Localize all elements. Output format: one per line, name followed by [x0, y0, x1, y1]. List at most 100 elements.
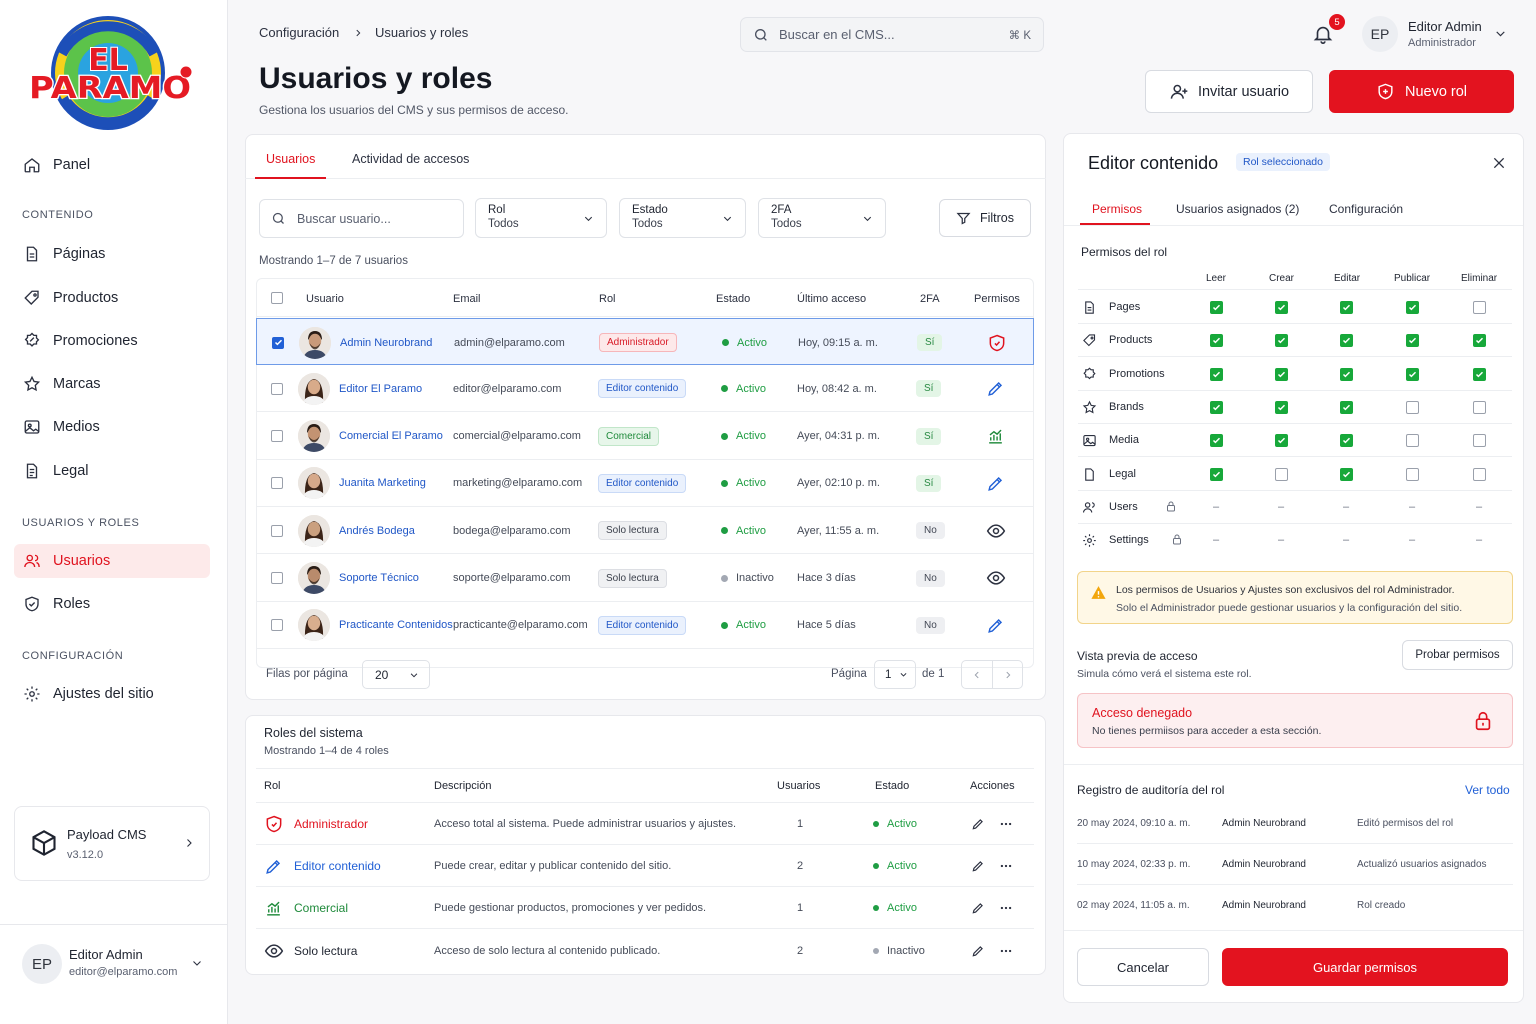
permission-checkbox[interactable]	[1210, 334, 1223, 348]
permission-checkbox[interactable]	[1340, 334, 1353, 348]
permission-checkbox[interactable]	[1340, 301, 1353, 314]
sidebar-user-menu[interactable]: EP Editor Admin editor@elparamo.com	[0, 924, 228, 1024]
role-filter-select[interactable]: Rol Todos	[475, 198, 607, 238]
permission-checkbox[interactable]	[1275, 301, 1288, 314]
nav-site-settings[interactable]: Ajustes del sitio	[14, 677, 210, 711]
permissions-button[interactable]	[986, 507, 1006, 554]
row-checkbox[interactable]	[272, 336, 284, 349]
select-all-checkbox[interactable]	[271, 292, 283, 304]
permission-checkbox[interactable]	[1210, 467, 1223, 481]
permission-checkbox[interactable]	[1210, 301, 1223, 314]
el-paramo-logo[interactable]: EL PARAMO	[26, 14, 194, 132]
user-name[interactable]: Andrés Bodega	[339, 507, 415, 554]
user-search-input[interactable]: Buscar usuario...	[259, 199, 464, 238]
nav-promotions[interactable]: Promociones	[14, 324, 210, 358]
permission-checkbox[interactable]	[1473, 400, 1486, 414]
user-name[interactable]: Admin Neurobrand	[340, 319, 432, 366]
role-name[interactable]: Solo lectura	[294, 930, 357, 972]
permission-checkbox[interactable]	[1340, 367, 1353, 381]
permission-checkbox[interactable]	[1210, 434, 1223, 448]
edit-role-button[interactable]	[971, 930, 985, 972]
permissions-button[interactable]	[986, 413, 1005, 460]
payload-cms-card[interactable]: Payload CMS v3.12.0	[14, 806, 210, 881]
permission-checkbox[interactable]	[1406, 467, 1419, 481]
permission-checkbox[interactable]	[1406, 400, 1419, 414]
user-name[interactable]: Juanita Marketing	[339, 460, 426, 507]
row-checkbox[interactable]	[271, 619, 283, 632]
close-icon[interactable]	[1491, 155, 1507, 171]
row-checkbox[interactable]	[271, 524, 283, 537]
table-row[interactable]: Comercial El Paramo comercial@elparamo.co…	[256, 413, 1034, 460]
new-role-button[interactable]: Nuevo rol	[1329, 70, 1514, 113]
more-actions-button[interactable]	[999, 845, 1013, 887]
table-row[interactable]: Administrador Acceso total al sistema. Pu…	[256, 803, 1034, 845]
permission-checkbox[interactable]	[1275, 400, 1288, 414]
table-row[interactable]: Juanita Marketing marketing@elparamo.com E…	[256, 460, 1034, 507]
row-checkbox[interactable]	[271, 382, 283, 395]
table-row[interactable]: Soporte Técnico soporte@elparamo.com Solo …	[256, 555, 1034, 602]
permission-checkbox[interactable]	[1406, 334, 1419, 348]
test-permissions-button[interactable]: Probar permisos	[1402, 640, 1513, 670]
permissions-button[interactable]	[986, 365, 1005, 412]
nav-pages[interactable]: Páginas	[14, 237, 210, 271]
table-row[interactable]: Solo lectura Acceso de solo lectura al co…	[256, 930, 1034, 972]
status-filter-select[interactable]: Estado Todos	[619, 198, 746, 238]
nav-brands[interactable]: Marcas	[14, 367, 210, 401]
edit-role-button[interactable]	[971, 887, 985, 929]
edit-role-button[interactable]	[971, 803, 985, 845]
global-search-input[interactable]: Buscar en el CMS... ⌘ K	[740, 17, 1044, 52]
edit-role-button[interactable]	[971, 845, 985, 887]
table-row[interactable]: Admin Neurobrand admin@elparamo.com Admini…	[256, 318, 1034, 365]
user-name[interactable]: Practicante Contenidos	[339, 602, 453, 649]
table-row[interactable]: Andrés Bodega bodega@elparamo.com Solo lec…	[256, 507, 1034, 555]
prev-page-button[interactable]	[962, 661, 993, 688]
permission-checkbox[interactable]	[1406, 434, 1419, 448]
rows-per-page-select[interactable]: 20	[362, 660, 430, 689]
tab-assigned-users[interactable]: Usuarios asignados (2)	[1176, 202, 1299, 216]
permission-checkbox[interactable]	[1473, 434, 1486, 448]
header-user-menu[interactable]: EP Editor Admin Administrador	[1360, 16, 1520, 54]
role-name[interactable]: Editor contenido	[294, 845, 381, 887]
permission-checkbox[interactable]	[1340, 434, 1353, 448]
twofa-filter-select[interactable]: 2FA Todos	[758, 198, 886, 238]
nav-products[interactable]: Productos	[14, 281, 210, 315]
permission-checkbox[interactable]	[1275, 367, 1288, 381]
nav-roles[interactable]: Roles	[14, 587, 210, 621]
notifications-button[interactable]: 5	[1309, 14, 1345, 50]
more-actions-button[interactable]	[999, 930, 1013, 972]
invite-user-button[interactable]: Invitar usuario	[1145, 70, 1313, 113]
permissions-button[interactable]	[986, 602, 1005, 649]
permission-checkbox[interactable]	[1275, 434, 1288, 448]
role-name[interactable]: Administrador	[294, 803, 368, 845]
breadcrumb-configuracion[interactable]: Configuración	[259, 25, 339, 40]
tab-access-activity[interactable]: Actividad de accesos	[352, 152, 469, 166]
table-row[interactable]: Comercial Puede gestionar productos, prom…	[256, 887, 1034, 930]
permission-checkbox[interactable]	[1473, 301, 1486, 314]
next-page-button[interactable]	[993, 661, 1023, 688]
save-permissions-button[interactable]: Guardar permisos	[1222, 948, 1508, 986]
permission-checkbox[interactable]	[1275, 334, 1288, 348]
table-row[interactable]: Editor El Paramo editor@elparamo.com Edito…	[256, 365, 1034, 413]
permission-checkbox[interactable]	[1406, 367, 1419, 381]
row-checkbox[interactable]	[271, 572, 283, 584]
table-row[interactable]: Editor contenido Puede crear, editar y pu…	[256, 845, 1034, 888]
permission-checkbox[interactable]	[1210, 367, 1223, 381]
permission-checkbox[interactable]	[1275, 467, 1288, 481]
view-all-link[interactable]: Ver todo	[1465, 783, 1510, 797]
table-row[interactable]: Practicante Contenidos practicante@elpara…	[256, 602, 1034, 649]
permission-checkbox[interactable]	[1473, 467, 1486, 481]
role-name[interactable]: Comercial	[294, 887, 348, 929]
nav-legal[interactable]: Legal	[14, 454, 210, 488]
permission-checkbox[interactable]	[1210, 400, 1223, 414]
permissions-button[interactable]	[987, 319, 1007, 366]
permission-checkbox[interactable]	[1473, 334, 1486, 348]
permissions-button[interactable]	[986, 555, 1006, 602]
nav-users[interactable]: Usuarios	[14, 544, 210, 578]
user-name[interactable]: Comercial El Paramo	[339, 413, 443, 460]
permission-checkbox[interactable]	[1473, 367, 1486, 381]
cancel-button[interactable]: Cancelar	[1077, 948, 1209, 986]
permissions-button[interactable]	[986, 460, 1005, 507]
tab-permissions[interactable]: Permisos	[1092, 202, 1142, 216]
row-checkbox[interactable]	[271, 430, 283, 443]
nav-media[interactable]: Medios	[14, 410, 210, 444]
